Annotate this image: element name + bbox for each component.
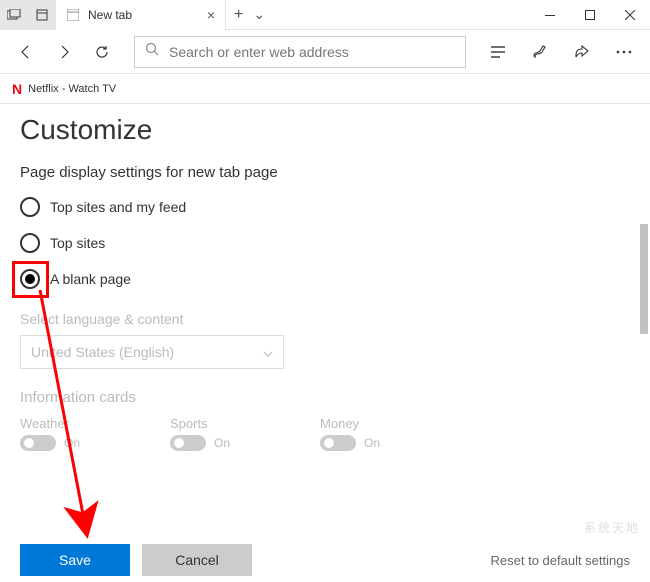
language-section: Select language & content United States … (20, 311, 630, 369)
save-button[interactable]: Save (20, 544, 130, 576)
money-toggle (320, 435, 356, 451)
tab-strip-left (0, 0, 56, 29)
radio-top-sites-feed[interactable]: Top sites and my feed (20, 197, 630, 217)
chevron-down-icon (263, 344, 273, 360)
forward-button[interactable] (48, 36, 80, 68)
browser-toolbar (0, 30, 650, 74)
set-aside-icon[interactable] (28, 0, 56, 30)
minimize-button[interactable] (530, 0, 570, 30)
card-sports-label: Sports (170, 416, 230, 431)
radio-top-sites[interactable]: Top sites (20, 233, 630, 253)
radio-label: A blank page (50, 271, 131, 287)
footer-bar: Save Cancel Reset to default settings (0, 538, 650, 582)
new-tab-button[interactable]: + (234, 6, 243, 24)
language-select: United States (English) (20, 335, 284, 369)
tab-favicon-icon (66, 8, 80, 22)
favorites-bar: N Netflix - Watch TV (0, 74, 650, 104)
more-icon[interactable] (608, 36, 640, 68)
share-icon[interactable] (566, 36, 598, 68)
refresh-button[interactable] (86, 36, 118, 68)
tab-preview-icon[interactable] (0, 0, 28, 30)
watermark: 系统天地 (584, 519, 640, 536)
reading-list-icon[interactable] (482, 36, 514, 68)
reset-link[interactable]: Reset to default settings (491, 553, 630, 568)
search-input[interactable] (169, 44, 455, 60)
radio-label: Top sites (50, 235, 105, 251)
page-title: Customize (20, 114, 630, 146)
tab-close-icon[interactable]: × (207, 7, 215, 23)
page-content: Customize Page display settings for new … (0, 104, 650, 582)
card-money-label: Money (320, 416, 380, 431)
radio-label: Top sites and my feed (50, 199, 186, 215)
notes-icon[interactable] (524, 36, 556, 68)
search-icon (145, 42, 159, 61)
new-tab-area: + ⌄ (226, 0, 273, 29)
scrollbar-thumb[interactable] (640, 224, 648, 334)
tab-dropdown-icon[interactable]: ⌄ (253, 6, 265, 23)
info-cards-section: Information cards Weather On Sports On M… (20, 389, 630, 451)
toolbar-right-icons (482, 36, 640, 68)
section-heading: Page display settings for new tab page (20, 164, 630, 181)
toggle-state: On (64, 436, 80, 450)
browser-tab[interactable]: New tab × (56, 0, 226, 30)
back-button[interactable] (10, 36, 42, 68)
language-label: Select language & content (20, 311, 630, 327)
window-titlebar: New tab × + ⌄ (0, 0, 650, 30)
cancel-button[interactable]: Cancel (142, 544, 252, 576)
netflix-icon: N (12, 81, 22, 97)
toggle-state: On (364, 436, 380, 450)
page-display-radios: Top sites and my feed Top sites A blank … (20, 197, 630, 289)
cards-heading: Information cards (20, 389, 630, 406)
radio-blank-page[interactable]: A blank page (20, 269, 630, 289)
weather-toggle (20, 435, 56, 451)
favorites-item[interactable]: Netflix - Watch TV (28, 83, 116, 95)
tab-title: New tab (88, 8, 199, 22)
language-value: United States (English) (31, 344, 174, 360)
window-controls (530, 0, 650, 29)
close-window-button[interactable] (610, 0, 650, 30)
card-weather-label: Weather (20, 416, 80, 431)
sports-toggle (170, 435, 206, 451)
address-bar[interactable] (134, 36, 466, 68)
toggle-state: On (214, 436, 230, 450)
maximize-button[interactable] (570, 0, 610, 30)
